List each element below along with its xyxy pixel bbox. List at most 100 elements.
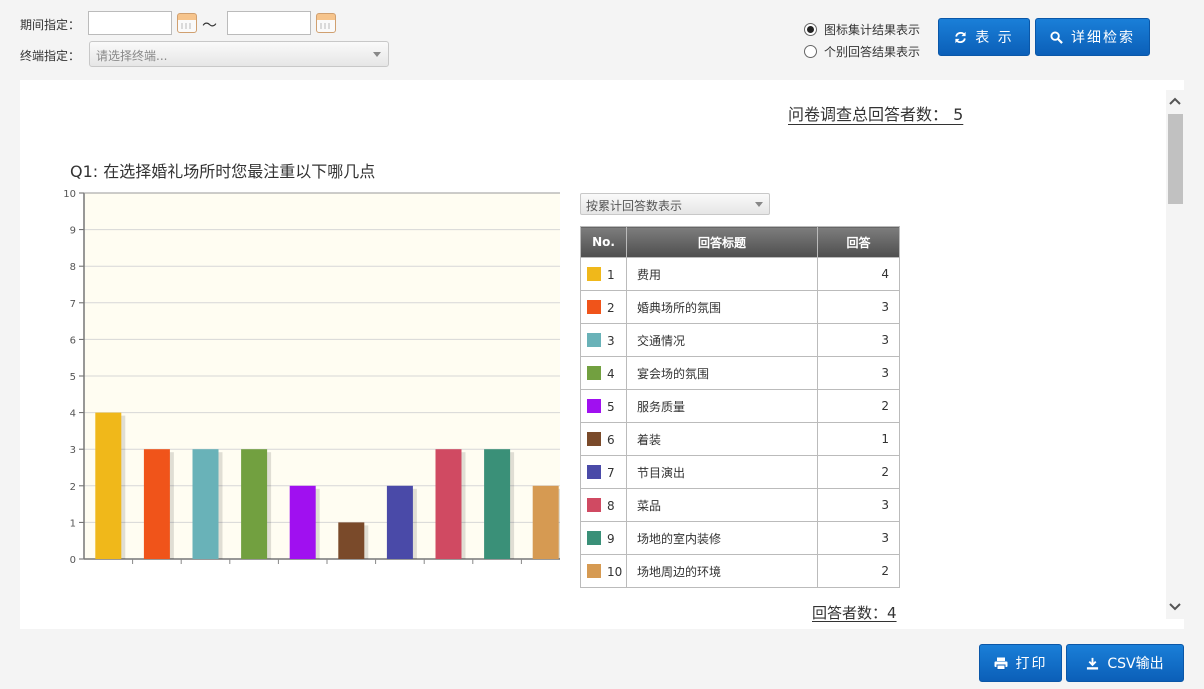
answer-no: 4: [607, 366, 615, 381]
y-tick-label: 2: [70, 482, 76, 493]
answer-count: 3: [817, 323, 900, 357]
answer-no: 1: [607, 267, 615, 282]
answer-no-cell: 5: [580, 389, 627, 423]
y-tick-label: 8: [70, 262, 76, 273]
y-tick-label: 7: [70, 299, 76, 310]
search-icon: [1050, 30, 1063, 44]
question-title: Q1: 在选择婚礼场所时您最注重以下哪几点: [70, 162, 376, 181]
answer-title: 场地周边的环境: [626, 554, 818, 588]
radio-icon[interactable]: [804, 45, 817, 58]
answer-title: 交通情况: [626, 323, 818, 357]
bar-7: [386, 485, 413, 559]
scroll-down-icon[interactable]: [1169, 602, 1181, 612]
results-panel: 问卷调查总回答者数： 5 Q1: 在选择婚礼场所时您最注重以下哪几点 01234…: [20, 80, 1184, 629]
answer-no-cell: 10: [580, 554, 627, 588]
color-swatch: [587, 299, 601, 314]
scrollbar-thumb[interactable]: [1168, 114, 1183, 204]
answer-title: 菜品: [626, 488, 818, 522]
csv-export-button[interactable]: CSV输出: [1066, 644, 1184, 682]
answer-title: 服务质量: [626, 389, 818, 423]
calendar-icon[interactable]: [177, 13, 197, 33]
answer-table-header: No. 回答标题 回答: [580, 226, 900, 258]
answer-no-cell: 3: [580, 323, 627, 357]
detail-search-button-label: 详细检索: [1071, 30, 1135, 46]
period-label: 期间指定：: [20, 18, 81, 32]
answer-no: 5: [607, 399, 615, 414]
y-tick-label: 3: [70, 445, 76, 456]
answer-no: 6: [607, 432, 615, 447]
aggregate-mode-select[interactable]: 按累计回答数表示: [580, 193, 770, 215]
y-tick-label: 4: [70, 409, 76, 420]
radio-chart-summary[interactable]: 图标集计结果表示: [804, 21, 920, 38]
color-swatch: [587, 497, 601, 512]
bar-1: [95, 412, 122, 559]
bar-chart: 01234567891012345678910: [63, 189, 560, 565]
answer-count: 3: [817, 290, 900, 324]
printer-icon: [994, 657, 1007, 670]
answer-title: 宴会场的氛围: [626, 356, 818, 390]
print-button[interactable]: 打印: [979, 644, 1062, 682]
answer-count: 3: [817, 521, 900, 555]
table-row: 8 菜品 3: [580, 488, 900, 522]
bar-8: [435, 449, 462, 559]
terminal-label: 终端指定：: [20, 49, 81, 63]
y-tick-label: 1: [70, 518, 76, 529]
answer-no: 7: [607, 465, 615, 480]
end-date-input[interactable]: [227, 11, 311, 35]
detail-search-button[interactable]: 详细检索: [1035, 18, 1150, 56]
table-row: 4 宴会场的氛围 3: [580, 356, 900, 390]
answer-title: 场地的室内装修: [626, 521, 818, 555]
start-date-input[interactable]: [88, 11, 172, 35]
table-row: 1 费用 4: [580, 257, 900, 291]
answer-count: 3: [817, 488, 900, 522]
color-swatch: [587, 398, 601, 413]
answer-title: 费用: [626, 257, 818, 291]
answer-title: 节目演出: [626, 455, 818, 489]
answer-count: 2: [817, 554, 900, 588]
bar-2: [143, 449, 170, 559]
answer-count: 1: [817, 422, 900, 456]
answer-no-cell: 1: [580, 257, 627, 291]
bar-6: [338, 522, 365, 559]
y-tick-label: 5: [70, 372, 76, 383]
radio-chart-summary-label: 图标集计结果表示: [824, 23, 921, 37]
header-no: No.: [580, 226, 627, 258]
terminal-select-value: 请选择终端...: [96, 49, 168, 63]
show-button[interactable]: 表 示: [938, 18, 1030, 56]
answer-title: 着装: [626, 422, 818, 456]
bar-5: [289, 485, 316, 559]
y-tick-label: 6: [70, 335, 76, 346]
bar-9: [484, 449, 511, 559]
scroll-up-icon[interactable]: [1169, 96, 1181, 106]
color-swatch: [587, 431, 601, 446]
table-row: 10 场地周边的环境 2: [580, 554, 900, 588]
answer-no: 10: [607, 564, 623, 579]
table-row: 9 场地的室内装修 3: [580, 521, 900, 555]
radio-individual-answers[interactable]: 个别回答结果表示: [804, 43, 920, 60]
color-swatch: [587, 365, 601, 380]
y-tick-label: 0: [70, 555, 76, 565]
radio-icon[interactable]: [804, 23, 817, 36]
terminal-select[interactable]: 请选择终端...: [89, 41, 389, 67]
y-tick-label: 9: [70, 226, 76, 237]
answer-count: 4: [817, 257, 900, 291]
answer-no: 8: [607, 498, 615, 513]
print-button-label: 打印: [1015, 656, 1048, 672]
table-row: 6 着装 1: [580, 422, 900, 456]
answer-no: 2: [607, 300, 615, 315]
answer-no-cell: 8: [580, 488, 627, 522]
color-swatch: [587, 464, 601, 479]
calendar-icon[interactable]: [316, 13, 336, 33]
y-tick-label: 10: [63, 189, 76, 200]
header-answer-count: 回答: [817, 226, 900, 258]
show-button-label: 表 示: [975, 30, 1014, 46]
bar-4: [241, 449, 268, 559]
answer-table-body: 1 费用 4 2 婚典场所的氛围 3 3 交通情况 3 4 宴会场的氛围 3 5 服务质量 2 6 着装 1 7 节目…: [580, 257, 900, 588]
color-swatch: [587, 563, 601, 578]
answer-no: 9: [607, 531, 615, 546]
answer-table: No. 回答标题 回答 1 费用 4 2 婚典场所的氛围 3 3 交通情况 3 4 宴会场的氛围 3 5…: [580, 226, 900, 588]
refresh-icon: [955, 31, 967, 43]
table-row: 5 服务质量 2: [580, 389, 900, 423]
color-swatch: [587, 530, 601, 545]
bar-10: [532, 485, 559, 559]
